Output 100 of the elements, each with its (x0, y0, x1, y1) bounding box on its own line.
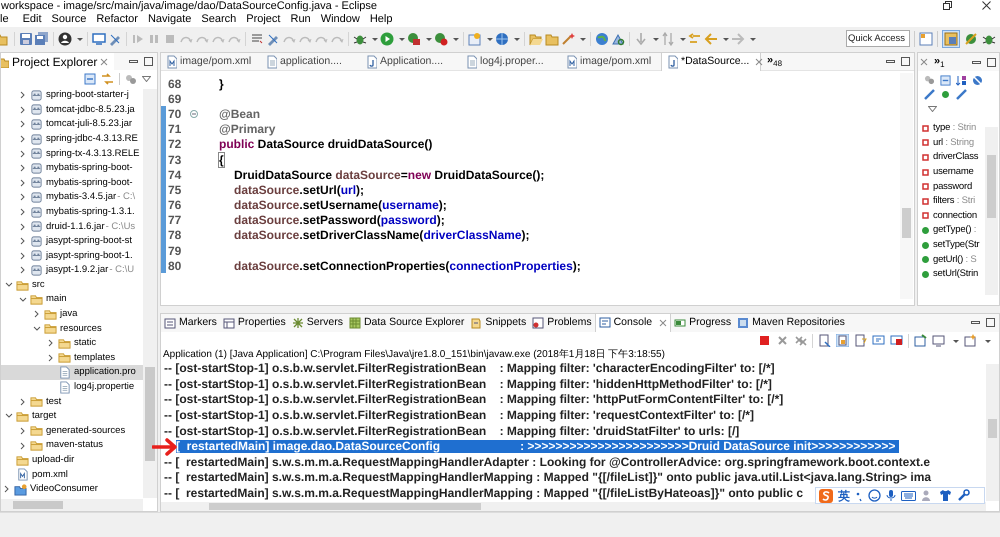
collapse-icon[interactable] (190, 110, 198, 118)
open-console-icon[interactable] (914, 334, 927, 347)
tree-item[interactable]: tomcat-juli-8.5.23.jar (1, 117, 143, 132)
menu-item[interactable]: Project (246, 11, 280, 28)
microphone-icon[interactable] (886, 489, 896, 502)
disks-icon[interactable] (35, 32, 49, 46)
menu-item[interactable]: Help (370, 11, 392, 28)
panel-tab[interactable]: Markers (161, 314, 220, 332)
monitor-icon[interactable] (92, 32, 106, 46)
console-line[interactable]: -- [ restartedMain] s.w.s.m.m.a.RequestMappingHandlerMapping : Mapped "{[/fileList]}" onto public java.util.List<java.lang.String> ima (164, 471, 932, 484)
lines-icon[interactable] (250, 32, 264, 46)
editor-tab[interactable]: image/pom.xml (161, 52, 261, 70)
sort-icon[interactable] (956, 75, 967, 86)
console-line[interactable]: -- [ost-startStop-1] o.s.b.w.servlet.FilterRegistrationBean : Mapping filter: 'httpPutFormContentFilter' to: [/*] (164, 393, 784, 406)
editor-tab[interactable]: Application.... (361, 52, 461, 70)
tree-item[interactable]: resources (1, 322, 143, 336)
minimize-icon[interactable] (971, 318, 980, 327)
folder-icon[interactable] (545, 32, 559, 46)
smiley-icon[interactable] (868, 489, 881, 502)
maximize-icon[interactable] (901, 57, 910, 66)
globe-icon[interactable] (595, 32, 609, 46)
outline-item[interactable]: setType(Str (918, 238, 999, 252)
editor-tab[interactable]: *DataSource... (661, 52, 761, 70)
wrench-icon[interactable] (957, 489, 970, 502)
shirt-icon[interactable] (939, 489, 952, 502)
console-line[interactable]: -- [ost-startStop-1] o.s.b.w.servlet.FilterRegistrationBean : Mapping filter: 'characterEncodingFilter' to: [/*] (164, 362, 775, 376)
outline-item[interactable]: url : String (918, 136, 999, 150)
tree-item[interactable]: spring-boot-starter-j (1, 88, 143, 103)
tree-item[interactable]: generated-sources (1, 424, 143, 438)
s-logo-icon[interactable] (819, 488, 833, 502)
tree-item[interactable]: test (1, 394, 143, 410)
tree-item[interactable]: mybatis-3.4.5.jar- C:\ (1, 190, 143, 205)
tree-item[interactable]: jasypt-spring-boot-1. (1, 248, 143, 264)
collapse-all-icon[interactable] (84, 73, 96, 85)
scrollbar[interactable] (985, 127, 998, 295)
scroll-lock-icon[interactable] (836, 334, 849, 347)
input-mode-toggle[interactable]: 英 (838, 486, 850, 504)
filter-icon[interactable] (125, 74, 137, 84)
tree-item[interactable]: application.pro (1, 365, 143, 380)
outline-item[interactable]: connection (918, 208, 999, 224)
console-line[interactable]: -- [ost-startStop-1] o.s.b.w.servlet.FilterRegistrationBean : Mapping filter: 'hiddenHttpMethodFilter' to: [/*] (164, 378, 772, 391)
outline-item[interactable]: password (918, 179, 999, 194)
panel-tab[interactable]: Console (594, 314, 672, 332)
person-icon[interactable] (58, 32, 72, 46)
panel-tab[interactable]: Data Source Explorer (346, 314, 468, 332)
panel-tab[interactable]: Snippets (467, 314, 530, 332)
panel-tab[interactable]: Properties (220, 314, 289, 332)
terminate-icon[interactable] (758, 334, 771, 347)
console-line[interactable]: -- [ost-startStop-1] o.s.b.w.servlet.FilterRegistrationBean : Mapping filter: 'requestContextFilter' to: [/*] (164, 409, 754, 422)
tree-item[interactable]: pom.xml (1, 467, 143, 482)
tree-item[interactable]: templates (1, 350, 143, 366)
menu-item[interactable]: Window (320, 11, 360, 28)
filter-icon[interactable] (924, 75, 935, 85)
punctuation-icon[interactable] (855, 490, 863, 502)
outline-item[interactable]: username (918, 164, 999, 180)
perspective-button[interactable] (942, 30, 960, 48)
panel-tab[interactable]: Maven Repositories (734, 314, 848, 332)
outline-item[interactable]: driverClass (918, 150, 999, 165)
close-icon[interactable] (982, 1, 991, 10)
link-icon[interactable] (101, 73, 114, 85)
menu-item[interactable]: Search (201, 11, 236, 28)
console-line[interactable]: -- [ost-startStop-1] o.s.b.w.servlet.FilterRegistrationBean : Mapping filter: 'druidStatFilter' to urls: [/] (164, 424, 740, 438)
tree-item[interactable]: src (1, 278, 143, 292)
restore-icon[interactable] (943, 1, 952, 10)
collapse-all-icon[interactable] (940, 75, 951, 86)
window-grid-icon[interactable] (919, 32, 933, 46)
quick-access-field[interactable]: Quick Access (846, 30, 910, 47)
remove-icon[interactable] (776, 334, 789, 347)
panel-tab[interactable]: Problems (529, 314, 595, 332)
editor-tab[interactable]: image/pom.xml (561, 52, 661, 70)
tree-item[interactable]: spring-jdbc-4.3.13.RE (1, 132, 143, 146)
scrollbar[interactable] (161, 502, 986, 511)
minimize-icon[interactable] (886, 57, 895, 66)
coverage-icon[interactable] (407, 32, 421, 46)
minimize-icon[interactable] (129, 57, 138, 66)
scrollbar[interactable] (986, 364, 999, 501)
display-console-icon[interactable] (932, 334, 945, 347)
menu-item[interactable]: le (0, 11, 9, 28)
outline-item[interactable]: type : Strin (918, 121, 999, 136)
tree-item[interactable]: target (1, 409, 143, 424)
menu-item[interactable]: Edit (22, 11, 42, 28)
view-menu-icon[interactable] (928, 106, 937, 112)
tree-item[interactable]: jasypt-1.9.2.jar- C:\U (1, 263, 143, 278)
outline-item[interactable]: getUrl() : S (918, 252, 999, 267)
tree-item[interactable]: druid-1.1.6.jar- C:\Us (1, 219, 143, 234)
tree-item[interactable]: VideoConsumer (1, 482, 143, 497)
editor-tab[interactable]: application.... (261, 52, 361, 70)
tree-item[interactable]: jasypt-spring-boot-st (1, 234, 143, 249)
tree-item[interactable]: log4j.propertie (1, 380, 143, 394)
outline-item[interactable]: getType() : (918, 223, 999, 238)
tree-item[interactable]: mybatis-spring-1.3.1. (1, 204, 143, 220)
outline-item[interactable]: setUrl(Strin (918, 266, 999, 282)
outline-item[interactable]: filters : Stri (918, 194, 999, 209)
tree-item[interactable]: spring-tx-4.3.13.RELE (1, 146, 143, 161)
maximize-icon[interactable] (986, 318, 995, 327)
tree-item[interactable]: mybatis-spring-boot- (1, 160, 143, 176)
scrollbar[interactable] (143, 89, 157, 498)
menu-item[interactable]: Refactor (96, 11, 138, 28)
tree-item[interactable]: java (1, 306, 143, 322)
tab-overflow[interactable]: »$_{48}$ (767, 52, 782, 71)
